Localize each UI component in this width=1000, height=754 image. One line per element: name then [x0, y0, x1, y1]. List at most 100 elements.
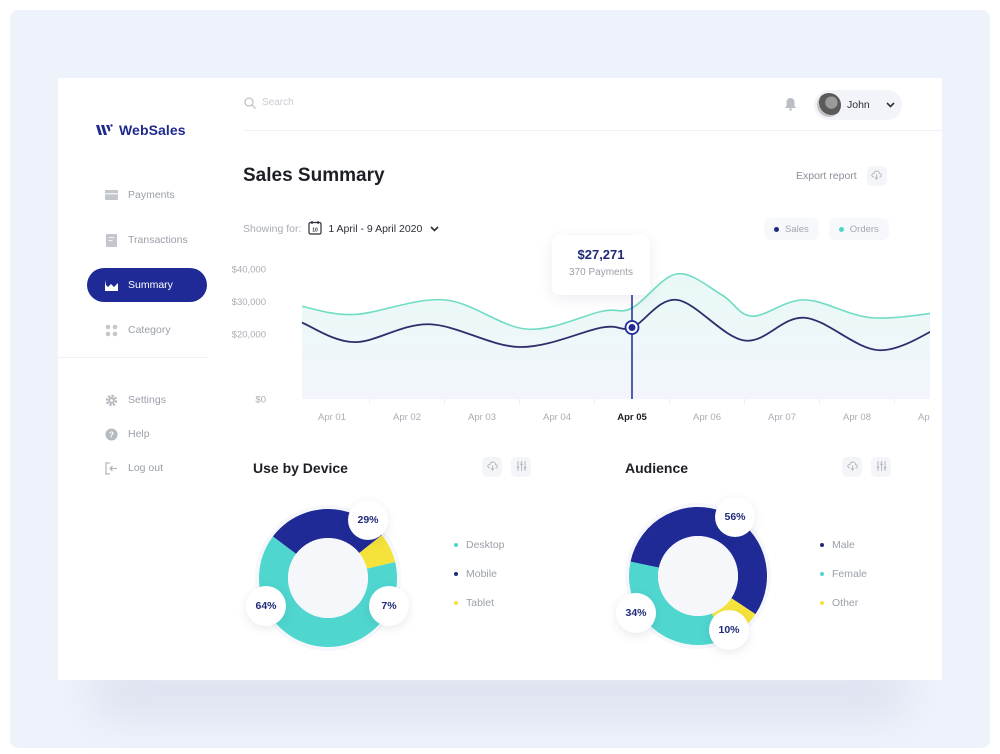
- legend-label: Mobile: [466, 567, 497, 580]
- sidebar-item-category[interactable]: Category: [87, 313, 207, 347]
- audience-donut-chart[interactable]: [613, 491, 783, 661]
- tooltip-subtext: 370 Payments: [569, 267, 633, 278]
- device-legend: Desktop Mobile Tablet: [454, 530, 505, 617]
- legend-item-mobile[interactable]: Mobile: [454, 559, 505, 588]
- date-range-value: 1 April - 9 April 2020: [328, 223, 423, 235]
- legend-item-desktop[interactable]: Desktop: [454, 530, 505, 559]
- export-report-link[interactable]: Export report: [796, 170, 857, 182]
- audience-donut: [613, 491, 783, 661]
- sidebar-nav: Payments Transactions Summary Category: [87, 178, 207, 358]
- audience-download-button[interactable]: [842, 457, 862, 477]
- svg-text:10: 10: [313, 228, 319, 234]
- legend-dot-icon: [820, 600, 824, 605]
- legend-dot-icon: [820, 542, 824, 547]
- sidebar-item-summary[interactable]: Summary: [87, 268, 207, 302]
- audience-panel-actions: [842, 457, 891, 477]
- audience-male-badge: 56%: [715, 497, 755, 537]
- audience-female-badge: 34%: [616, 593, 656, 633]
- sidebar-item-label: Transactions: [128, 234, 188, 246]
- legend-label: Male: [832, 538, 855, 551]
- device-mobile-badge: 29%: [348, 500, 388, 540]
- cloud-download-icon: [846, 458, 858, 476]
- chevron-down-icon: [430, 223, 439, 235]
- dashboard-card: WebSales Payments Transactions Summary C…: [58, 78, 942, 680]
- sidebar-item-label: Log out: [128, 462, 164, 474]
- cloud-download-icon: [871, 167, 883, 185]
- user-menu[interactable]: John: [814, 90, 902, 120]
- legend-label: Female: [832, 567, 868, 580]
- area-chart-icon: [105, 279, 118, 292]
- sidebar-item-transactions[interactable]: Transactions: [87, 223, 207, 257]
- legend-label: Sales: [785, 223, 809, 235]
- export-download-button[interactable]: [866, 166, 887, 186]
- cloud-download-icon: [486, 458, 498, 476]
- y-tick-label: $0: [255, 395, 266, 406]
- device-download-button[interactable]: [482, 457, 502, 477]
- legend-dot-icon: [454, 542, 458, 547]
- sidebar-item-payments[interactable]: Payments: [87, 178, 207, 212]
- legend-label: Desktop: [466, 538, 505, 551]
- x-tick-label: Apr 04: [543, 412, 571, 423]
- audience-other-badge: 10%: [709, 610, 749, 650]
- calendar-icon: 10: [308, 220, 322, 238]
- search-bar: [243, 96, 462, 109]
- x-tick-label: Apr 06: [693, 412, 721, 423]
- date-filter: Showing for: 10 1 April - 9 April 2020: [243, 220, 439, 238]
- legend-label: Other: [832, 596, 859, 609]
- sidebar-item-logout[interactable]: Log out: [87, 451, 207, 485]
- chart-tooltip: $27,271 370 Payments: [552, 235, 650, 295]
- sidebar-item-label: Category: [128, 324, 171, 336]
- sales-dot-icon: [774, 226, 779, 232]
- legend-dot-icon: [454, 571, 458, 576]
- x-tick-label: Apr 08: [843, 412, 871, 423]
- sidebar-item-help[interactable]: ? Help: [87, 417, 207, 451]
- x-tick-label: Apr 09: [918, 412, 930, 423]
- y-tick-label: $30,000: [232, 297, 266, 308]
- device-desktop-badge: 64%: [246, 586, 286, 626]
- device-panel-actions: [482, 457, 531, 477]
- chevron-down-icon: [884, 99, 897, 112]
- donut-hole: [658, 536, 738, 616]
- bell-icon[interactable]: [784, 97, 797, 116]
- user-name: John: [847, 99, 870, 111]
- x-tick-label: Apr 05: [617, 412, 647, 423]
- y-tick-label: $20,000: [232, 330, 266, 341]
- audience-filter-button[interactable]: [871, 457, 891, 477]
- logo-mark-icon: [96, 124, 113, 135]
- sidebar-item-label: Payments: [128, 189, 175, 201]
- legend-item-male[interactable]: Male: [820, 530, 867, 559]
- x-axis: Apr 01 Apr 02 Apr 03 Apr 04 Apr 05 Apr 06 Apr …: [318, 399, 930, 423]
- document-icon: [105, 233, 118, 247]
- sidebar-item-label: Settings: [128, 394, 166, 406]
- audience-legend: Male Female Other: [820, 530, 867, 617]
- legend-label: Orders: [849, 223, 879, 235]
- donut-hole: [288, 538, 368, 618]
- grid-icon: [105, 324, 118, 337]
- sidebar-item-label: Summary: [128, 279, 173, 291]
- date-range-dropdown[interactable]: 10 1 April - 9 April 2020: [308, 220, 439, 238]
- brand-name: WebSales: [119, 122, 186, 138]
- y-tick-label: $40,000: [232, 265, 266, 276]
- gear-icon: [105, 394, 118, 407]
- page-title: Sales Summary: [243, 165, 385, 186]
- highlight-point-core: [628, 324, 636, 331]
- avatar: [817, 93, 841, 117]
- export-report: Export report: [796, 166, 887, 186]
- sidebar-item-label: Help: [128, 428, 150, 440]
- legend-item-female[interactable]: Female: [820, 559, 867, 588]
- legend-orders-toggle[interactable]: Orders: [828, 218, 889, 240]
- chart-legend: Sales Orders: [764, 218, 889, 240]
- header-divider: [243, 130, 942, 131]
- legend-item-tablet[interactable]: Tablet: [454, 588, 505, 617]
- sidebar-secondary-nav: Settings ? Help Log out: [87, 383, 207, 485]
- brand-logo[interactable]: WebSales: [96, 122, 186, 138]
- orders-dot-icon: [838, 226, 844, 232]
- sidebar-item-settings[interactable]: Settings: [87, 383, 207, 417]
- device-filter-button[interactable]: [511, 457, 531, 477]
- x-tick-label: Apr 01: [318, 412, 346, 423]
- legend-sales-toggle[interactable]: Sales: [764, 218, 819, 240]
- legend-item-other[interactable]: Other: [820, 588, 867, 617]
- help-icon: ?: [105, 428, 118, 441]
- search-input[interactable]: [262, 97, 462, 108]
- legend-label: Tablet: [466, 596, 495, 609]
